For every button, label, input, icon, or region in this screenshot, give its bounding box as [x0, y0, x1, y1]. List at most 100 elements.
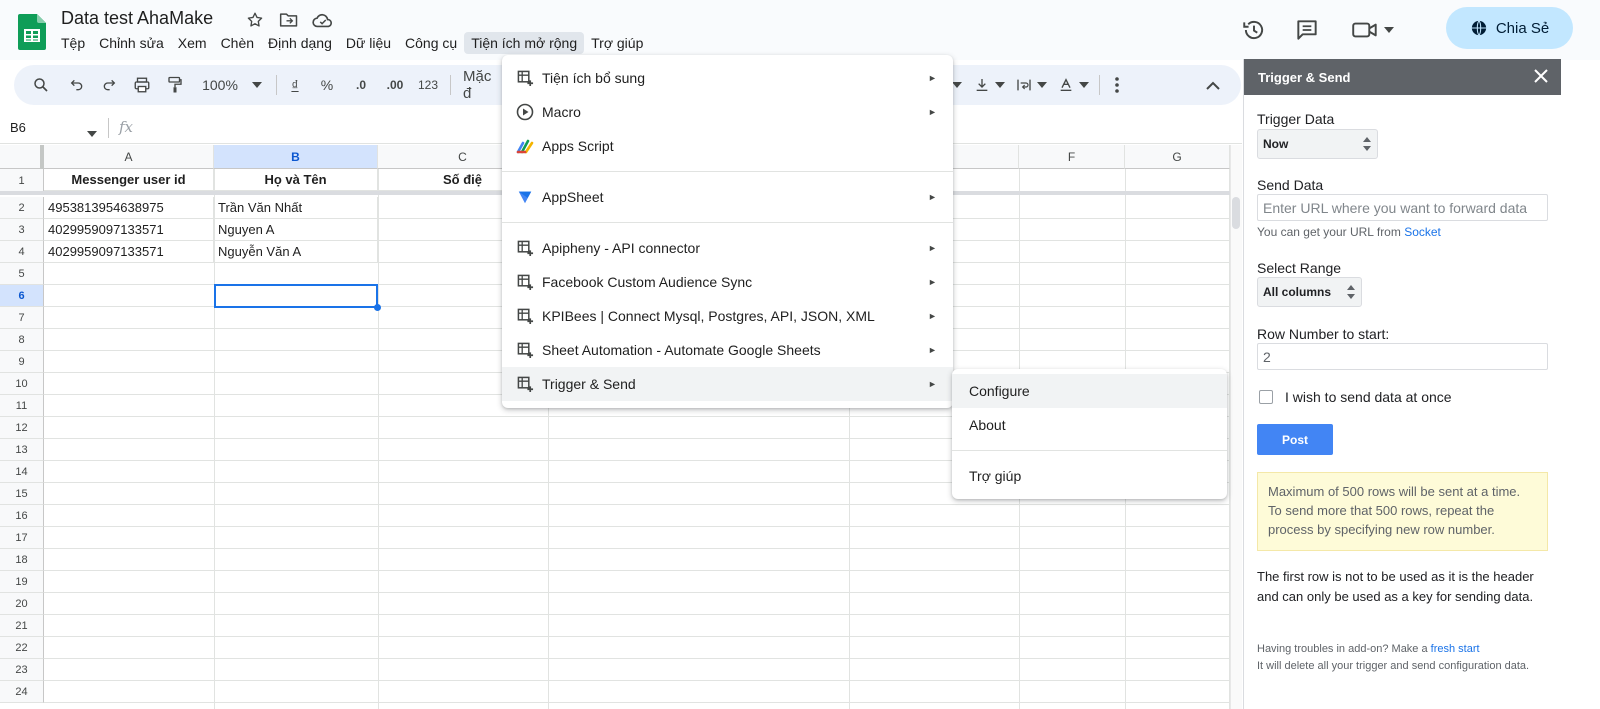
- send-at-once-label[interactable]: I wish to send data at once: [1285, 389, 1452, 405]
- menu-item-kpibees[interactable]: KPIBees | Connect Mysql, Postgres, API, …: [502, 299, 953, 333]
- menu-extensions[interactable]: Tiện ích mở rộng: [464, 32, 585, 54]
- menu-edit[interactable]: Chỉnh sửa: [92, 32, 171, 54]
- row-header[interactable]: 16: [0, 505, 44, 527]
- row-header[interactable]: 14: [0, 461, 44, 483]
- column-header-g[interactable]: G: [1125, 145, 1230, 169]
- row-header[interactable]: 10: [0, 373, 44, 395]
- comments-icon[interactable]: [1294, 10, 1320, 50]
- row-header[interactable]: 4: [0, 241, 44, 263]
- trigger-data-select[interactable]: Now: [1257, 129, 1378, 159]
- column-header-f[interactable]: F: [1019, 145, 1125, 169]
- meet-video-icon[interactable]: [1350, 10, 1380, 50]
- menu-item-sheet-automation[interactable]: Sheet Automation - Automate Google Sheet…: [502, 333, 953, 367]
- row-header[interactable]: 15: [0, 483, 44, 505]
- menu-item-apps-script[interactable]: Apps Script: [502, 129, 953, 163]
- meet-dropdown-icon[interactable]: [1384, 10, 1394, 50]
- menu-format[interactable]: Định dạng: [261, 32, 339, 54]
- version-history-icon[interactable]: [1241, 10, 1267, 50]
- row-header[interactable]: 7: [0, 307, 44, 329]
- vertical-align-icon[interactable]: [972, 65, 992, 105]
- send-at-once-checkbox[interactable]: [1259, 390, 1273, 404]
- send-data-url-input[interactable]: Enter URL where you want to forward data: [1257, 194, 1548, 221]
- print-icon[interactable]: [131, 65, 153, 105]
- row-header[interactable]: 1: [0, 169, 44, 193]
- row-header[interactable]: 24: [0, 681, 44, 703]
- vertical-align-dropdown-icon[interactable]: [994, 65, 1006, 105]
- decrease-decimal-button[interactable]: .0: [350, 65, 372, 105]
- row-header[interactable]: 18: [0, 549, 44, 571]
- increase-decimal-button[interactable]: .00: [382, 65, 408, 105]
- row-header[interactable]: 22: [0, 637, 44, 659]
- row-number-input[interactable]: 2: [1257, 343, 1548, 370]
- submenu-item-configure[interactable]: Configure: [952, 374, 1227, 408]
- menu-help[interactable]: Trợ giúp: [584, 32, 650, 54]
- row-header[interactable]: 12: [0, 417, 44, 439]
- number-format-button[interactable]: 123: [416, 65, 440, 105]
- fill-handle[interactable]: [374, 304, 381, 311]
- star-icon[interactable]: [244, 9, 266, 31]
- submenu-item-about[interactable]: About: [952, 408, 1227, 442]
- font-family-select[interactable]: Mặc đ: [463, 65, 503, 105]
- name-box[interactable]: B6: [10, 120, 26, 135]
- row-header[interactable]: 20: [0, 593, 44, 615]
- post-button[interactable]: Post: [1257, 424, 1333, 455]
- row-header[interactable]: 13: [0, 439, 44, 461]
- menu-insert[interactable]: Chèn: [214, 32, 261, 54]
- menu-item-appsheet[interactable]: AppSheet ►: [502, 180, 953, 214]
- rotation-dropdown-icon[interactable]: [1078, 65, 1090, 105]
- cell-b4[interactable]: Nguyễn Văn A: [214, 241, 378, 263]
- currency-format-button[interactable]: ₫: [286, 65, 304, 105]
- row-header[interactable]: 5: [0, 263, 44, 285]
- collapse-menus-icon[interactable]: [1202, 65, 1224, 105]
- paint-format-icon[interactable]: [164, 65, 186, 105]
- cell-b1[interactable]: Họ và Tên: [214, 169, 378, 191]
- column-header-a[interactable]: A: [44, 145, 214, 169]
- percent-format-button[interactable]: %: [318, 65, 336, 105]
- menu-data[interactable]: Dữ liệu: [339, 32, 398, 54]
- menu-file[interactable]: Tệp: [54, 32, 92, 54]
- text-rotation-icon[interactable]: [1056, 65, 1076, 105]
- name-box-dropdown-icon[interactable]: [87, 124, 97, 142]
- zoom-dropdown-icon[interactable]: [251, 65, 263, 105]
- cell-a3[interactable]: 4029959097133571: [44, 219, 214, 241]
- row-header[interactable]: 6: [0, 285, 44, 307]
- row-header[interactable]: 3: [0, 219, 44, 241]
- column-header-b[interactable]: B: [214, 145, 378, 169]
- menu-item-addons[interactable]: Tiện ích bổ sung ►: [502, 61, 953, 95]
- text-wrap-icon[interactable]: [1014, 65, 1034, 105]
- cell-b3[interactable]: Nguyen A: [214, 219, 378, 241]
- selected-cell-b6[interactable]: [214, 284, 378, 308]
- menu-item-apipheny[interactable]: Apipheny - API connector ►: [502, 231, 953, 265]
- cell-a2[interactable]: 4953813954638975: [44, 197, 214, 219]
- select-range-select[interactable]: All columns: [1257, 277, 1362, 307]
- row-header[interactable]: 8: [0, 329, 44, 351]
- menu-item-facebook-sync[interactable]: Facebook Custom Audience Sync ►: [502, 265, 953, 299]
- menu-tools[interactable]: Công cụ: [398, 32, 464, 54]
- close-icon[interactable]: [1533, 68, 1551, 86]
- move-folder-icon[interactable]: [278, 9, 300, 31]
- socket-link[interactable]: Socket: [1404, 225, 1441, 239]
- zoom-select[interactable]: 100%: [198, 65, 242, 105]
- vertical-scrollbar-thumb[interactable]: [1232, 197, 1240, 229]
- row-header[interactable]: 11: [0, 395, 44, 417]
- cell-a4[interactable]: 4029959097133571: [44, 241, 214, 263]
- cell-b2[interactable]: Trần Văn Nhất: [214, 197, 378, 219]
- cell-a1[interactable]: Messenger user id: [44, 169, 214, 191]
- row-header[interactable]: 17: [0, 527, 44, 549]
- row-header[interactable]: 21: [0, 615, 44, 637]
- vertical-scrollbar[interactable]: [1230, 145, 1242, 709]
- sheets-logo-icon[interactable]: [18, 14, 46, 50]
- submenu-item-help[interactable]: Trợ giúp: [952, 459, 1227, 493]
- more-options-icon[interactable]: [1107, 65, 1127, 105]
- menu-item-macro[interactable]: Macro ►: [502, 95, 953, 129]
- row-header[interactable]: 23: [0, 659, 44, 681]
- row-header[interactable]: 2: [0, 197, 44, 219]
- menu-view[interactable]: Xem: [171, 32, 214, 54]
- undo-icon[interactable]: [66, 65, 88, 105]
- text-wrap-dropdown-icon[interactable]: [1036, 65, 1048, 105]
- row-header[interactable]: 19: [0, 571, 44, 593]
- menu-item-trigger-send[interactable]: Trigger & Send ►: [502, 367, 953, 401]
- cloud-saved-icon[interactable]: [312, 9, 334, 31]
- search-menus-icon[interactable]: [30, 65, 52, 105]
- document-title[interactable]: Data test AhaMake: [61, 8, 213, 29]
